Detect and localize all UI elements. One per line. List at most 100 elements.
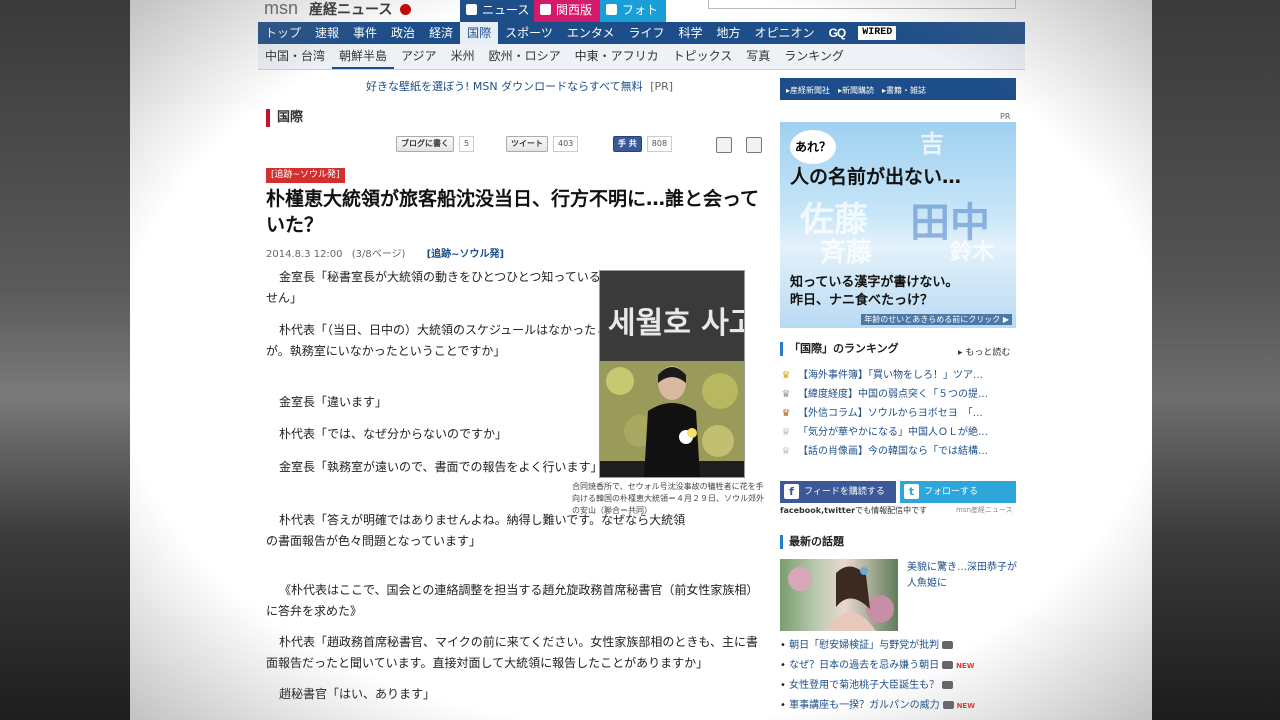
- ad-line-pr: [PR]: [650, 80, 674, 93]
- article-page: (3/8ページ): [351, 249, 406, 260]
- nav-main-item[interactable]: GQ: [822, 22, 853, 44]
- service-tab-1[interactable]: 関西版: [534, 0, 601, 22]
- nav-main-item[interactable]: 政治: [384, 22, 422, 44]
- latest-item[interactable]: • 軍事講座も一揆？ガルパンの威力 NEW: [780, 696, 1016, 716]
- camera-icon: [942, 681, 954, 689]
- ad-kanji: 吉: [920, 129, 944, 158]
- tweet-button[interactable]: ツイート: [506, 136, 548, 152]
- camera-icon: [942, 641, 954, 649]
- article-photo[interactable]: 세월호 사고 희: [599, 270, 745, 478]
- nav-main-item[interactable]: 経済: [422, 22, 460, 44]
- ad-kanji: 鈴木: [950, 239, 995, 265]
- nav-main-item[interactable]: 地方: [710, 22, 748, 44]
- ad-line[interactable]: 好きな壁紙を選ぼう! MSN ダウンロードならすべて無料 [PR]: [366, 78, 673, 94]
- nav-main-item[interactable]: エンタメ: [560, 22, 622, 44]
- bullet-icon: •: [780, 640, 790, 651]
- logo-msn: msn: [264, 0, 299, 18]
- web-page: msn 産経ニュース ニュース 関西版 フォト トップ 速報 事件 政治 経済 国際 スポーツエ…: [130, 0, 1152, 720]
- nav-main-item[interactable]: 事件: [346, 22, 384, 44]
- nav-sub-item[interactable]: アジア: [394, 44, 444, 69]
- latest-item-text: なぜ？日本の過去を忌み嫌う朝日: [789, 660, 940, 671]
- nav-sub-item[interactable]: 朝鮮半島: [332, 45, 395, 69]
- nav-sub-item[interactable]: 欧州・ロシア: [482, 44, 568, 69]
- service-tab-2[interactable]: フォト: [600, 0, 667, 22]
- latest-item[interactable]: • 女性登用で菊池桃子大臣誕生も？: [780, 676, 1016, 696]
- blog-button[interactable]: ブログに書く: [396, 136, 454, 152]
- article-tag-link[interactable]: [追跡~ソウル発]: [427, 249, 505, 260]
- service-tab-icon: [606, 4, 617, 15]
- article-paragraph: 朴代表「趙政務首席秘書官、マイクの前に来てください。女性家族部相のときも、主に書…: [266, 635, 759, 670]
- section-title: 国際: [266, 109, 303, 127]
- ad-body: 知っている漢字が書けない。 昨日、ナニ食べたっけ？: [790, 274, 958, 310]
- article-headline: 朴槿恵大統領が旅客船沈没当日、行方不明に…誰と会っていた？: [266, 188, 760, 236]
- nav-sub-item[interactable]: トピックス: [666, 44, 740, 69]
- camera-icon: [942, 701, 954, 709]
- crown-icon: ♕: [781, 427, 791, 438]
- bookmark-icon[interactable]: [716, 137, 732, 153]
- ranking-more-link[interactable]: ▸ もっと読む: [958, 345, 1010, 358]
- crown-icon: ♛: [781, 408, 791, 419]
- service-tab-label: フォト: [622, 3, 659, 17]
- nav-sub-item[interactable]: 中国・台湾: [258, 44, 332, 69]
- latest-item[interactable]: • なぜ？日本の過去を忌み嫌う朝日 NEW: [780, 656, 1016, 676]
- article-kicker[interactable]: [追跡~ソウル発]: [266, 168, 345, 183]
- ad-line-text: 好きな壁紙を選ぼう! MSN ダウンロードならすべて無料: [366, 80, 643, 93]
- nav-main-item[interactable]: WIRED: [858, 26, 897, 40]
- ad-bubble: あれ？: [790, 130, 836, 164]
- nav-main-item[interactable]: スポーツ: [498, 22, 560, 44]
- facebook-follow-button[interactable]: f フィードを購読する: [780, 481, 896, 503]
- bullet-icon: •: [780, 700, 790, 711]
- photo-banner-text: 세월호 사고 희: [608, 306, 744, 341]
- ranking-item[interactable]: ♕ 「気分が華やかになる」中国人ＯＬが絶…: [780, 423, 1016, 442]
- twitter-follow-label: フォローする: [924, 487, 979, 497]
- ad-footer: 年齢のせいとあきらめる前にクリック ▶: [861, 314, 1012, 325]
- top-bar: msn 産経ニュース ニュース 関西版 フォト: [130, 0, 1152, 22]
- ranking-item-text: 【外信コラム】ソウルからヨボセヨ 「…: [798, 408, 983, 419]
- service-tab-label: 関西版: [556, 3, 593, 17]
- ranking-item[interactable]: ♕ 【話の肖像画】今の韓国なら「では結構…: [780, 442, 1016, 461]
- ranking-item-text: 「気分が華やかになる」中国人ＯＬが絶…: [798, 427, 988, 438]
- latest-item[interactable]: • 朝日「慰安婦検証」与野党が批判: [780, 636, 1016, 656]
- nav-main-item[interactable]: 国際: [460, 22, 499, 44]
- nav-main-item[interactable]: ライフ: [622, 22, 672, 44]
- facebook-share: 手 共 808: [613, 136, 673, 152]
- nav-sub-item[interactable]: ランキング: [777, 44, 851, 69]
- background-right: [1152, 0, 1280, 720]
- facebook-follow-label: フィードを購読する: [804, 487, 885, 497]
- service-tab-0[interactable]: ニュース: [460, 0, 538, 22]
- latest-thumbnail[interactable]: [780, 559, 898, 631]
- nav-main-item[interactable]: オピニオン: [748, 22, 822, 44]
- sidebar-ad[interactable]: 吉 佐藤 田中 斉藤 鈴木 あれ？ 人の名前が出ない… 知っている漢字が書けない…: [780, 122, 1016, 328]
- nav-sub-item[interactable]: 米州: [444, 44, 482, 69]
- twitter-follow-button[interactable]: t フォローする: [900, 481, 1016, 503]
- ranking-item-text: 【話の肖像画】今の韓国なら「では結構…: [798, 446, 988, 457]
- ranking-item[interactable]: ♛ 【外信コラム】ソウルからヨボセヨ 「…: [780, 404, 1016, 423]
- search-box[interactable]: [708, 0, 1016, 9]
- service-tab-icon: [466, 4, 477, 15]
- latest-item-text: 女性登用で菊池桃子大臣誕生も？: [789, 680, 940, 691]
- facebook-button[interactable]: 手 共: [613, 136, 642, 152]
- sidebar-links-bar[interactable]: ▸産経新聞社 ▸新聞購読 ▸書籍・雑誌: [780, 78, 1016, 100]
- print-icon[interactable]: [746, 137, 762, 153]
- nav-main-item[interactable]: 科学: [672, 22, 710, 44]
- nav-main-item[interactable]: 速報: [308, 22, 346, 44]
- site-logo[interactable]: msn 産経ニュース: [264, 0, 412, 19]
- facebook-icon: f: [784, 484, 799, 499]
- ad-headline: 人の名前が出ない…: [790, 166, 962, 188]
- service-tab-label: ニュース: [482, 3, 530, 17]
- article-paragraph: 趙秘書官「はい、あります」: [279, 687, 436, 701]
- camera-icon: [942, 661, 954, 669]
- new-badge: NEW: [956, 702, 975, 710]
- ranking-item[interactable]: ♛ 【緯度経度】中国の弱点突く「５つの提…: [780, 385, 1016, 404]
- follow-msn-logo: msn産経ニュース: [956, 506, 1013, 514]
- nav-main-item[interactable]: トップ: [258, 22, 308, 44]
- latest-thumb-text[interactable]: 美貌に驚き…深田恭子が人魚姫に: [907, 560, 1019, 592]
- article-date: 2014.8.3 12:00: [266, 249, 343, 260]
- photo-caption: 合同焼香所で、セウォル号沈没事故の犠牲者に花を手向ける韓国の朴槿恵大統領＝４月２…: [572, 482, 764, 515]
- ranking-title: 「国際」のランキング: [780, 342, 899, 356]
- follow-note: facebook,twitterでも情報配信中です msn産経ニュース: [780, 505, 1013, 516]
- nav-sub-item[interactable]: 写真: [739, 44, 777, 69]
- logo-dot-icon: [400, 3, 412, 15]
- nav-sub-item[interactable]: 中東・アフリカ: [568, 44, 666, 69]
- ranking-item[interactable]: ♛ 【海外事件簿】「買い物をしろ！」ツア…: [780, 366, 1016, 385]
